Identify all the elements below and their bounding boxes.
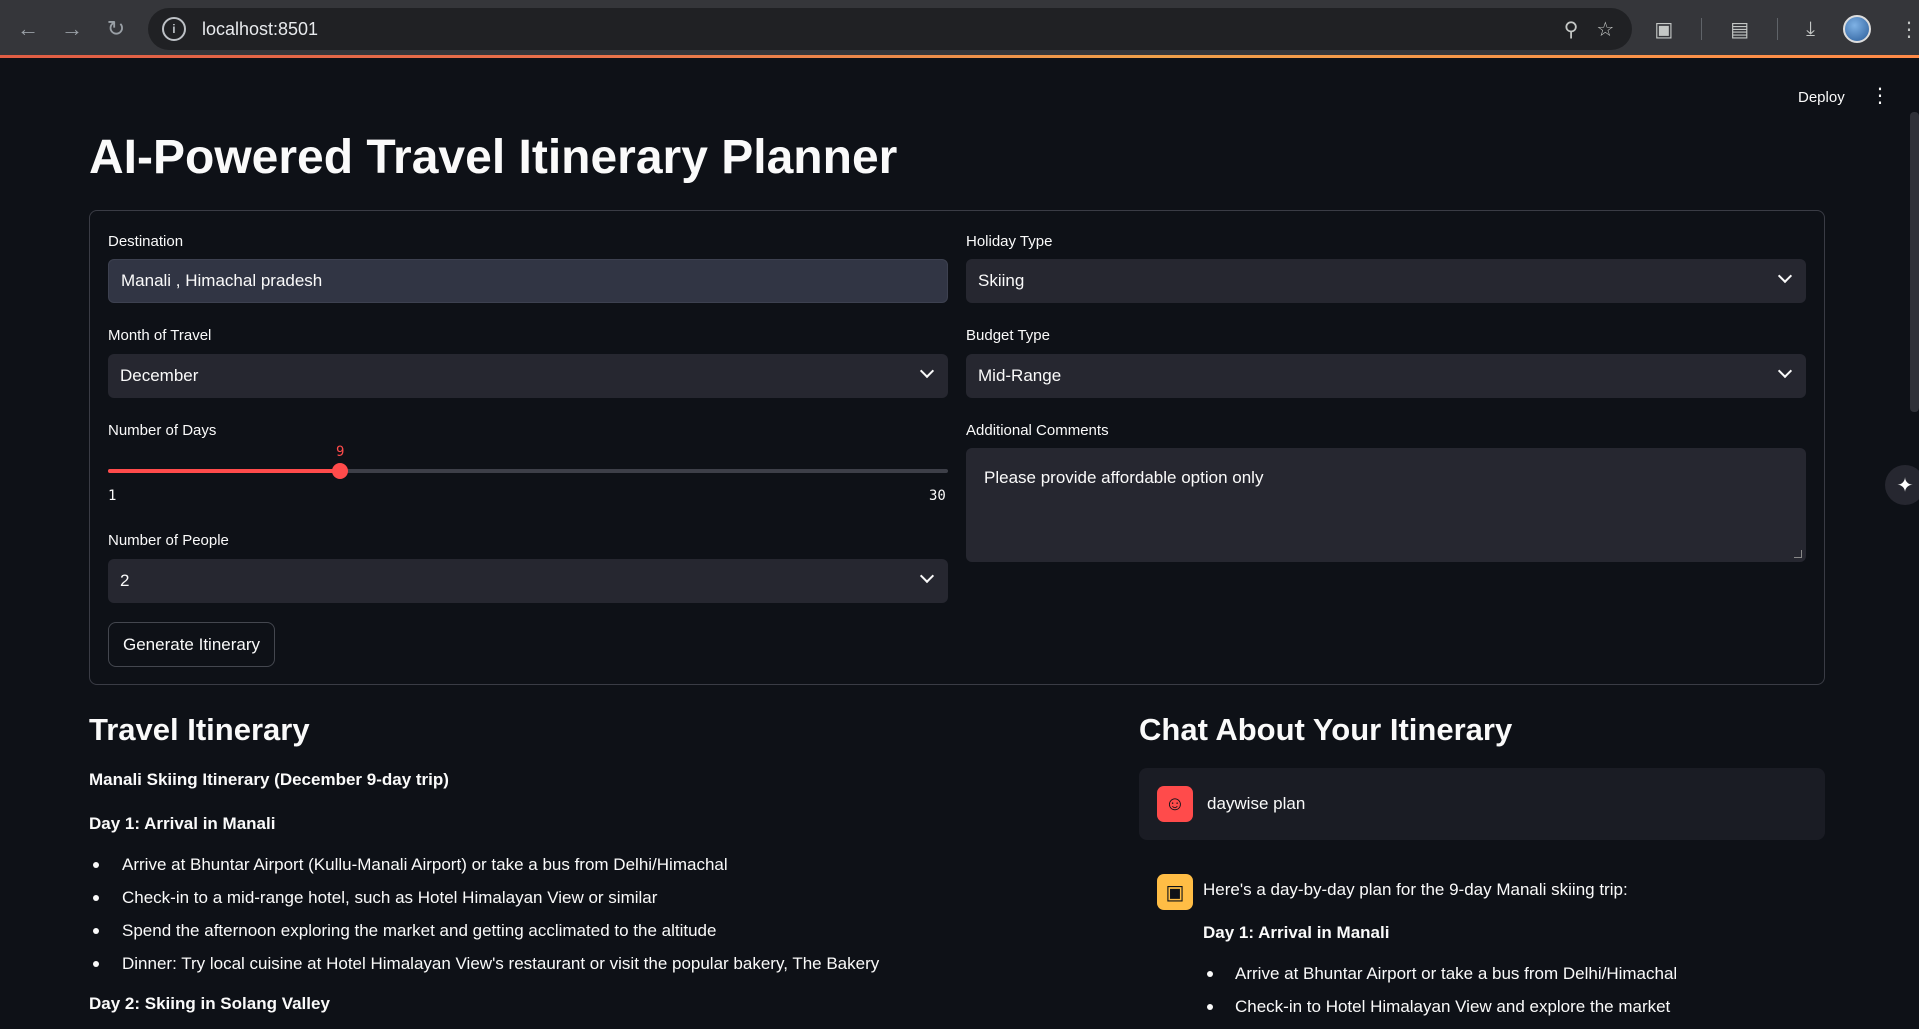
assistant-intro: Here's a day-by-day plan for the 9-day M… bbox=[1203, 880, 1628, 899]
page-title: AI-Powered Travel Itinerary Planner bbox=[89, 131, 898, 184]
browser-menu-icon[interactable]: ⋮ bbox=[1899, 17, 1919, 42]
destination-input[interactable]: Manali , Himachal pradesh bbox=[108, 259, 948, 303]
month-select[interactable]: December bbox=[108, 354, 948, 398]
chat-heading: Chat About Your Itinerary bbox=[1139, 712, 1513, 747]
back-arrow-icon[interactable]: ← bbox=[12, 13, 44, 45]
destination-value: Manali , Himachal pradesh bbox=[121, 271, 323, 290]
user-message-text: daywise plan bbox=[1207, 794, 1306, 813]
toolbar-divider bbox=[1777, 18, 1779, 40]
generate-itinerary-button[interactable]: Generate Itinerary bbox=[108, 622, 276, 667]
chevron-down-icon bbox=[919, 568, 935, 584]
destination-label: Destination bbox=[108, 233, 184, 250]
list-item: Arrive at Bhuntar Airport or take a bus … bbox=[1203, 957, 1823, 990]
comments-textarea[interactable]: Please provide affordable option only bbox=[966, 448, 1806, 562]
user-chat-message: ☺ daywise plan bbox=[1139, 768, 1825, 840]
day1-list: Arrive at Bhuntar Airport (Kullu-Manali … bbox=[89, 848, 1089, 980]
itinerary-subtitle: Manali Skiing Itinerary (December 9-day … bbox=[89, 770, 449, 789]
extensions-icon[interactable]: ▣ bbox=[1654, 17, 1673, 42]
list-item: Arrive at Bhuntar Airport (Kullu-Manali … bbox=[89, 848, 1089, 881]
people-select[interactable]: 2 bbox=[108, 559, 948, 603]
people-value: 2 bbox=[120, 571, 130, 590]
itinerary-heading: Travel Itinerary bbox=[89, 712, 310, 747]
deploy-button[interactable]: Deploy bbox=[1798, 89, 1845, 106]
people-label: Number of People bbox=[108, 532, 229, 549]
profile-avatar[interactable] bbox=[1843, 15, 1871, 43]
chevron-down-icon bbox=[919, 363, 935, 379]
bookmark-star-icon[interactable]: ☆ bbox=[1596, 17, 1614, 42]
user-face-icon: ☺ bbox=[1157, 786, 1193, 822]
kebab-icon[interactable]: ⋮ bbox=[1870, 86, 1890, 106]
resize-handle[interactable] bbox=[1794, 550, 1802, 558]
month-label: Month of Travel bbox=[108, 327, 212, 344]
info-icon[interactable]: i bbox=[161, 17, 186, 41]
days-slider-max: 30 bbox=[929, 488, 946, 504]
holiday-type-value: Skiing bbox=[978, 271, 1025, 290]
address-bar[interactable]: i localhost:8501 ⚲ ☆ bbox=[147, 8, 1633, 50]
page-scrollbar[interactable] bbox=[1910, 112, 1919, 412]
list-item: Check-in to a mid-range hotel, such as H… bbox=[89, 881, 1089, 914]
days-slider-value: 9 bbox=[336, 444, 345, 460]
url-text[interactable]: localhost:8501 bbox=[202, 19, 318, 40]
day2-title: Day 2: Skiing in Solang Valley bbox=[89, 994, 330, 1013]
budget-select[interactable]: Mid-Range bbox=[966, 354, 1806, 398]
list-item: Spend the afternoon exploring the market… bbox=[89, 914, 1089, 947]
zoom-icon[interactable]: ⚲ bbox=[1564, 17, 1579, 42]
comments-value: Please provide affordable option only bbox=[984, 468, 1264, 487]
itinerary-content: Manali Skiing Itinerary (December 9-day … bbox=[89, 770, 1089, 1014]
download-icon[interactable]: ⤓ bbox=[1806, 18, 1815, 41]
budget-value: Mid-Range bbox=[978, 366, 1062, 385]
reading-list-icon[interactable]: ▤ bbox=[1730, 17, 1749, 42]
slider-fill bbox=[108, 469, 340, 473]
comments-label: Additional Comments bbox=[966, 422, 1109, 439]
slider-thumb[interactable] bbox=[332, 463, 348, 479]
holiday-type-label: Holiday Type bbox=[966, 233, 1053, 250]
list-item: Dinner: Try local cuisine at Hotel Himal… bbox=[89, 947, 1089, 980]
assistant-day1-list: Arrive at Bhuntar Airport or take a bus … bbox=[1203, 957, 1823, 1023]
robot-icon: ▣ bbox=[1157, 874, 1193, 910]
reload-icon[interactable]: ↻ bbox=[100, 13, 132, 45]
days-slider[interactable] bbox=[108, 463, 948, 479]
chevron-down-icon bbox=[1777, 363, 1793, 379]
day1-title: Day 1: Arrival in Manali bbox=[89, 814, 276, 833]
list-item: Check-in to Hotel Himalayan View and exp… bbox=[1203, 990, 1823, 1023]
holiday-type-select[interactable]: Skiing bbox=[966, 259, 1806, 303]
budget-label: Budget Type bbox=[966, 327, 1050, 344]
assistant-day1-title: Day 1: Arrival in Manali bbox=[1203, 923, 1390, 942]
chevron-down-icon bbox=[1777, 268, 1793, 284]
sparkle-icon[interactable]: ✦ bbox=[1885, 465, 1919, 505]
toolbar-accent-line bbox=[0, 55, 1919, 58]
browser-toolbar: ← → ↻ i localhost:8501 ⚲ ☆ ▣ ▤ ⤓ ⋮ bbox=[0, 0, 1919, 58]
forward-arrow-icon[interactable]: → bbox=[56, 13, 88, 45]
days-slider-min: 1 bbox=[108, 488, 117, 504]
month-value: December bbox=[120, 366, 199, 385]
toolbar-divider bbox=[1701, 18, 1703, 40]
days-label: Number of Days bbox=[108, 422, 217, 439]
